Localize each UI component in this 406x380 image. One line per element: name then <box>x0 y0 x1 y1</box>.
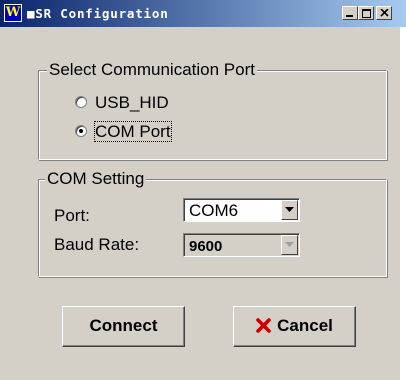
baud-rate-select-value: 9600 <box>189 238 223 255</box>
baud-rate-label: Baud Rate: <box>54 235 140 254</box>
cancel-button[interactable]: Cancel <box>233 306 356 347</box>
usb-hid-radio-button[interactable] <box>75 96 87 108</box>
close-button[interactable] <box>376 6 392 20</box>
chevron-down-icon <box>285 207 294 212</box>
title-bar[interactable]: W ■SR Configuration <box>0 0 406 27</box>
port-dropdown-button[interactable] <box>281 200 298 220</box>
com-port-radio-button[interactable] <box>75 125 87 137</box>
cancel-button-label: Cancel <box>277 316 333 335</box>
w-app-icon[interactable]: W <box>4 4 22 22</box>
red-x-icon <box>256 317 271 333</box>
com-port-label[interactable]: COM Port <box>94 121 172 142</box>
radio-usb-hid[interactable]: USB_HID <box>75 93 215 115</box>
connect-button[interactable]: Connect <box>62 306 185 347</box>
radio-com-port[interactable]: COM Port <box>75 121 215 144</box>
close-icon <box>380 9 389 17</box>
communication-port-legend: Select Communication Port <box>47 60 257 79</box>
port-select[interactable]: COM6 <box>183 198 300 222</box>
connect-button-label: Connect <box>89 316 158 335</box>
usb-hid-label[interactable]: USB_HID <box>95 93 169 112</box>
sr-configuration-window: W ■SR Configuration Select Communication… <box>0 0 406 380</box>
communication-port-frame <box>38 70 387 160</box>
com-setting-legend: COM Setting <box>45 169 147 188</box>
window-title: ■SR Configuration <box>27 6 169 21</box>
com-setting-frame <box>38 179 387 277</box>
baud-rate-select[interactable]: 9600 <box>183 233 300 257</box>
baud-rate-dropdown-button[interactable] <box>281 235 298 255</box>
maximize-button[interactable] <box>358 6 374 20</box>
port-select-value: COM6 <box>189 201 239 220</box>
minimize-button[interactable] <box>342 6 358 20</box>
radio-selected-dot <box>79 129 83 133</box>
port-label: Port: <box>54 206 90 225</box>
chevron-down-icon <box>285 242 294 247</box>
